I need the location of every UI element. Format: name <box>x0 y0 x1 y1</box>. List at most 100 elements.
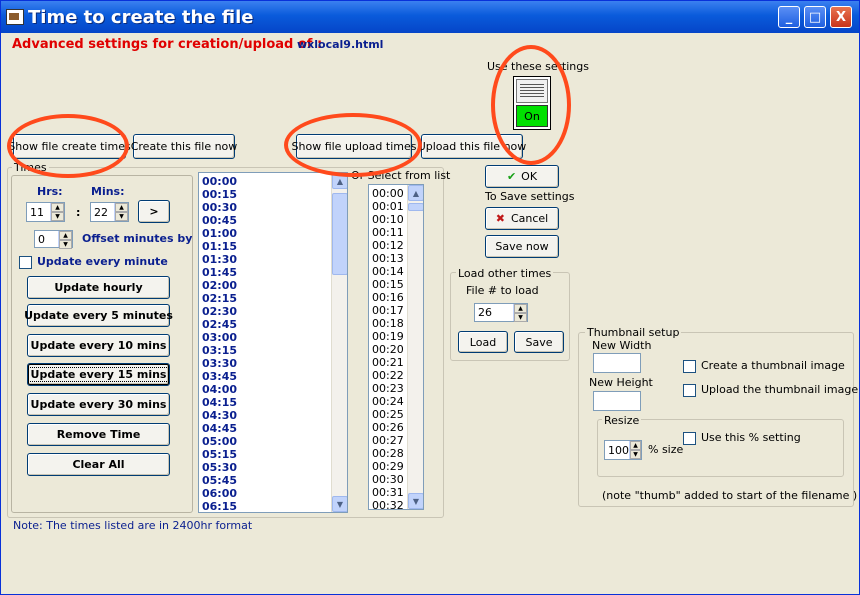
select-list-item[interactable]: 00:22 <box>372 369 404 382</box>
select-scrollbar[interactable]: ▲ ▼ <box>407 185 423 509</box>
times-list-item[interactable]: 06:00 <box>202 487 237 500</box>
times-list-item[interactable]: 03:00 <box>202 331 237 344</box>
create-thumb-checkbox[interactable] <box>683 360 696 373</box>
select-list-item[interactable]: 00:28 <box>372 447 404 460</box>
select-list-item[interactable]: 00:19 <box>372 330 404 343</box>
times-list-item[interactable]: 00:45 <box>202 214 237 227</box>
offset-up-icon[interactable]: ▲ <box>59 231 72 240</box>
select-list-item[interactable]: 00:21 <box>372 356 404 369</box>
select-list-item[interactable]: 00:27 <box>372 434 404 447</box>
update-30-mins-button[interactable]: Update every 30 mins <box>27 393 170 416</box>
times-list-item[interactable]: 01:45 <box>202 266 237 279</box>
select-list-item[interactable]: 00:00 <box>372 187 404 200</box>
times-list-item[interactable]: 05:15 <box>202 448 237 461</box>
select-list-item[interactable]: 00:32 <box>372 499 404 509</box>
use-percent-checkbox[interactable] <box>683 432 696 445</box>
times-scrollbar[interactable]: ▲ ▼ <box>331 173 347 512</box>
file-number-stepper[interactable]: 26 ▲ ▼ <box>474 303 528 322</box>
minutes-stepper[interactable]: 22 ▲ ▼ <box>90 202 129 222</box>
cancel-button[interactable]: ✖ Cancel <box>485 207 559 230</box>
resize-up-icon[interactable]: ▲ <box>630 441 641 450</box>
select-list-item[interactable]: 00:10 <box>372 213 404 226</box>
close-button[interactable]: X <box>830 6 852 28</box>
select-list-item[interactable]: 00:01 <box>372 200 404 213</box>
file-down-icon[interactable]: ▼ <box>514 313 527 322</box>
times-listbox[interactable]: 00:00 00:15 00:30 00:45 01:00 01:15 01:30 01:45… <box>198 172 348 513</box>
select-list-item[interactable]: 00:13 <box>372 252 404 265</box>
offset-down-icon[interactable]: ▼ <box>59 240 72 249</box>
resize-stepper[interactable]: 100 ▲ ▼ <box>604 440 642 460</box>
select-list-item[interactable]: 00:26 <box>372 421 404 434</box>
times-list-item[interactable]: 05:00 <box>202 435 237 448</box>
select-list-item[interactable]: 00:14 <box>372 265 404 278</box>
clear-all-button[interactable]: Clear All <box>27 453 170 476</box>
remove-time-button[interactable]: Remove Time <box>27 423 170 446</box>
update-5-minutes-button[interactable]: Update every 5 minutes <box>24 304 173 327</box>
times-list-item[interactable]: 02:15 <box>202 292 237 305</box>
minutes-down-icon[interactable]: ▼ <box>115 212 128 221</box>
scroll-down-icon[interactable]: ▼ <box>332 496 347 512</box>
scroll-thumb[interactable] <box>332 193 347 275</box>
update-15-mins-button[interactable]: Update every 15 mins <box>27 363 170 386</box>
create-file-now-button[interactable]: Create this file now <box>131 134 237 159</box>
minimize-button[interactable]: _ <box>778 6 800 28</box>
add-time-button[interactable]: > <box>138 200 170 223</box>
select-scroll-thumb[interactable] <box>408 203 423 211</box>
select-list-item[interactable]: 00:30 <box>372 473 404 486</box>
select-scroll-up-icon[interactable]: ▲ <box>408 185 423 201</box>
offset-label: Offset minutes by <box>82 232 193 245</box>
resize-down-icon[interactable]: ▼ <box>630 450 641 459</box>
times-list-item[interactable]: 03:30 <box>202 357 237 370</box>
select-list-item[interactable]: 00:20 <box>372 343 404 356</box>
times-list-item[interactable]: 02:45 <box>202 318 237 331</box>
times-list-item[interactable]: 03:45 <box>202 370 237 383</box>
hours-down-icon[interactable]: ▼ <box>51 212 64 221</box>
select-list-item[interactable]: 00:24 <box>372 395 404 408</box>
select-listbox[interactable]: 00:00 00:01 00:10 00:11 00:12 00:13 00:14 00:15… <box>368 184 424 510</box>
select-list-item[interactable]: 00:11 <box>372 226 404 239</box>
save-now-button[interactable]: Save now <box>485 235 559 258</box>
update-10-mins-button[interactable]: Update every 10 mins <box>27 334 170 357</box>
times-list-item[interactable]: 00:30 <box>202 201 237 214</box>
times-list-item[interactable]: 03:15 <box>202 344 237 357</box>
minutes-up-icon[interactable]: ▲ <box>115 203 128 212</box>
times-list-item[interactable]: 01:00 <box>202 227 237 240</box>
file-up-icon[interactable]: ▲ <box>514 304 527 313</box>
save-load-button[interactable]: Save <box>514 331 564 353</box>
times-list-item[interactable]: 01:30 <box>202 253 237 266</box>
times-list-item[interactable]: 02:30 <box>202 305 237 318</box>
select-list-item[interactable]: 00:29 <box>372 460 404 473</box>
hours-stepper[interactable]: 11 ▲ ▼ <box>26 202 65 222</box>
update-hourly-button[interactable]: Update hourly <box>27 276 170 299</box>
select-list-item[interactable]: 00:12 <box>372 239 404 252</box>
update-every-minute-checkbox[interactable] <box>19 256 32 269</box>
select-list-item[interactable]: 00:15 <box>372 278 404 291</box>
times-list-item[interactable]: 04:45 <box>202 422 237 435</box>
title-bar[interactable]: Time to create the file _ □ X <box>1 1 859 33</box>
times-list-item[interactable]: 05:45 <box>202 474 237 487</box>
select-list-item[interactable]: 00:31 <box>372 486 404 499</box>
select-list-item[interactable]: 00:17 <box>372 304 404 317</box>
offset-stepper[interactable]: 0 ▲ ▼ <box>34 230 73 249</box>
hours-up-icon[interactable]: ▲ <box>51 203 64 212</box>
times-list-item[interactable]: 02:00 <box>202 279 237 292</box>
upload-thumb-checkbox[interactable] <box>683 384 696 397</box>
times-list-item[interactable]: 06:15 <box>202 500 237 512</box>
times-list-item[interactable]: 04:00 <box>202 383 237 396</box>
times-list-item[interactable]: 04:15 <box>202 396 237 409</box>
load-button[interactable]: Load <box>458 331 508 353</box>
times-list-item[interactable]: 05:30 <box>202 461 237 474</box>
select-list-item[interactable]: 00:25 <box>372 408 404 421</box>
times-list-item[interactable]: 04:30 <box>202 409 237 422</box>
select-list-item[interactable]: 00:16 <box>372 291 404 304</box>
maximize-button[interactable]: □ <box>804 6 826 28</box>
times-list-item[interactable]: 00:15 <box>202 188 237 201</box>
select-scroll-down-icon[interactable]: ▼ <box>408 493 423 509</box>
select-list-item[interactable]: 00:23 <box>372 382 404 395</box>
select-list-item[interactable]: 00:18 <box>372 317 404 330</box>
new-height-input[interactable] <box>593 391 641 411</box>
times-list-item[interactable]: 00:00 <box>202 175 237 188</box>
ok-button[interactable]: ✔ OK <box>485 165 559 188</box>
times-list-item[interactable]: 01:15 <box>202 240 237 253</box>
new-width-input[interactable] <box>593 353 641 373</box>
